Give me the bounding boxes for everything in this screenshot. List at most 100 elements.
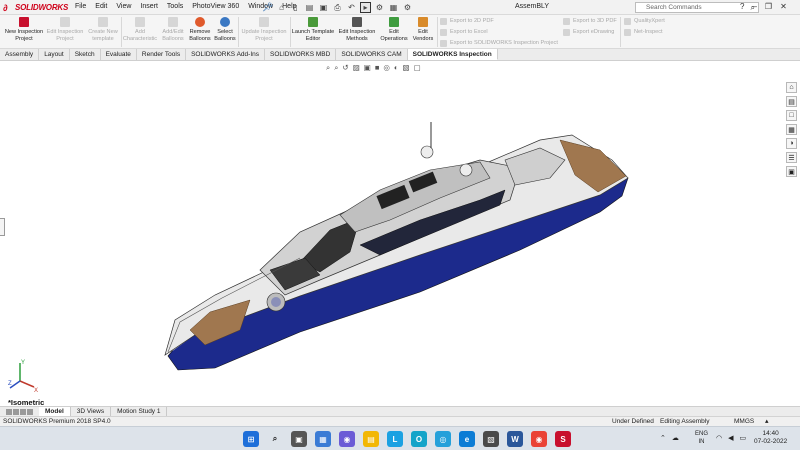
new-inspection-project-button[interactable]: New Inspection Project <box>3 17 45 42</box>
close-button[interactable]: ✕ <box>780 2 787 11</box>
edge-browser-icon[interactable]: e <box>459 431 475 447</box>
tray-overflow-icon[interactable]: ⌃ <box>660 434 666 442</box>
menu-view[interactable]: View <box>116 3 131 10</box>
menu-insert[interactable]: Insert <box>140 3 158 10</box>
taskbar-search-icon[interactable]: ⌕ <box>267 431 283 447</box>
menu-file[interactable]: File <box>75 3 86 10</box>
menu-photoview[interactable]: PhotoView 360 <box>192 3 239 10</box>
export-excel-item[interactable]: Export to Excel <box>440 27 558 37</box>
tab-cam[interactable]: SOLIDWORKS CAM <box>336 49 408 60</box>
menu-edit[interactable]: Edit <box>95 3 107 10</box>
view-orientation-icon[interactable]: ▣ <box>364 63 371 73</box>
taskbar-clock[interactable]: 14:40 07-02-2022 <box>754 430 787 446</box>
input-language[interactable]: ENG IN <box>695 430 708 446</box>
status-expand-icon[interactable]: ▴ <box>765 417 769 425</box>
wifi-icon[interactable]: ◠ <box>716 434 722 442</box>
home-icon[interactable]: ⌂ <box>276 2 287 13</box>
tab-3d-views[interactable]: 3D Views <box>71 407 112 416</box>
net-inspect-item[interactable]: Net-Inspect <box>624 27 665 37</box>
solidworks-logo[interactable]: ∂ SOLIDWORKS <box>3 2 68 13</box>
view-settings-icon[interactable]: ▢ <box>414 63 421 73</box>
last-tab-arrow-icon[interactable] <box>27 408 33 415</box>
next-tab-arrow-icon[interactable] <box>20 408 26 415</box>
tab-assembly[interactable]: Assembly <box>0 49 40 60</box>
file-explorer-icon[interactable]: □ <box>786 110 797 121</box>
windows-start-icon[interactable]: ⊞ <box>243 431 259 447</box>
feature-manager-toggle[interactable] <box>0 218 5 236</box>
remove-balloons-button[interactable]: Remove Balloons <box>187 17 213 42</box>
view-palette-icon[interactable]: ▦ <box>786 124 797 135</box>
volume-icon[interactable]: ◀ <box>728 434 733 442</box>
design-library-icon[interactable]: ▤ <box>786 96 797 107</box>
word-icon[interactable]: W <box>507 431 523 447</box>
edit-appearance-icon[interactable]: ◐ <box>394 63 399 73</box>
forum-icon[interactable]: ▣ <box>786 166 797 177</box>
app-o-icon[interactable]: O <box>411 431 427 447</box>
menu-tools[interactable]: Tools <box>167 3 183 10</box>
widgets-icon[interactable]: ▦ <box>315 431 331 447</box>
appearances-icon[interactable]: ◑ <box>786 138 797 149</box>
zoom-to-fit-icon[interactable]: ⌕ <box>326 63 330 73</box>
graphics-area[interactable] <box>0 61 785 406</box>
first-tab-arrow-icon[interactable] <box>6 408 12 415</box>
open-icon[interactable]: ▤ <box>304 2 315 13</box>
photos-icon[interactable]: ▧ <box>483 431 499 447</box>
select-icon[interactable]: ▸ <box>360 2 371 13</box>
update-inspection-project-button[interactable]: Update Inspection Project <box>239 17 289 42</box>
help-icon[interactable]: ? <box>740 2 744 11</box>
tab-inspection[interactable]: SOLIDWORKS Inspection <box>407 49 498 60</box>
undo-icon[interactable]: ↶ <box>346 2 357 13</box>
yacht-model[interactable] <box>0 61 785 406</box>
add-characteristic-button[interactable]: Add Characteristic <box>122 17 158 42</box>
save-icon[interactable]: ▣ <box>318 2 329 13</box>
tab-motion-study[interactable]: Motion Study 1 <box>111 407 168 416</box>
store-icon[interactable]: L <box>387 431 403 447</box>
restore-button[interactable]: ❐ <box>765 2 772 11</box>
cloud-icon[interactable]: ☁ <box>672 434 679 442</box>
tab-layout[interactable]: Layout <box>39 49 70 60</box>
solidworks-resources-icon[interactable]: ⌂ <box>786 82 797 93</box>
options-icon[interactable]: ⚙ <box>402 2 413 13</box>
tab-addins[interactable]: SOLIDWORKS Add-Ins <box>186 49 265 60</box>
launch-template-editor-button[interactable]: Launch Template Editor <box>291 17 335 42</box>
display-style-icon[interactable]: ■ <box>375 63 380 73</box>
add-edit-balloons-button[interactable]: Add/Edit Balloons <box>158 17 188 42</box>
tab-sketch[interactable]: Sketch <box>70 49 101 60</box>
rebuild-icon[interactable]: ⚙ <box>374 2 385 13</box>
tab-evaluate[interactable]: Evaluate <box>101 49 137 60</box>
battery-icon[interactable]: ▭ <box>740 434 747 442</box>
chrome-icon[interactable]: ◉ <box>531 431 547 447</box>
print-icon[interactable]: ⎙ <box>332 2 343 13</box>
qualityxpert-item[interactable]: QualityXpert <box>624 16 665 26</box>
previous-tab-arrow-icon[interactable] <box>13 408 19 415</box>
edit-inspection-project-button[interactable]: Edit Inspection Project <box>45 17 85 42</box>
hide-show-items-icon[interactable]: ◎ <box>383 63 390 73</box>
tab-model[interactable]: Model <box>39 407 71 416</box>
select-balloons-button[interactable]: Select Balloons <box>213 17 237 42</box>
zoom-to-area-icon[interactable]: ⌕ <box>334 63 338 73</box>
export-2d-pdf-item[interactable]: Export to 2D PDF <box>440 16 558 26</box>
camera-icon[interactable]: ◎ <box>435 431 451 447</box>
new-document-icon[interactable]: ▯ <box>290 2 301 13</box>
export-edrawing-item[interactable]: Export eDrawing <box>563 27 617 37</box>
edit-vendors-button[interactable]: Edit Vendors <box>410 17 436 42</box>
previous-view-icon[interactable]: ↺ <box>342 63 348 73</box>
file-properties-icon[interactable]: ▦ <box>388 2 399 13</box>
task-view-icon[interactable]: ▣ <box>291 431 307 447</box>
edit-operations-button[interactable]: Edit Operations <box>378 17 410 42</box>
edit-inspection-methods-button[interactable]: Edit Inspection Methods <box>336 17 378 42</box>
unit-system-selector[interactable]: MMGS <box>734 418 754 425</box>
section-view-icon[interactable]: ▨ <box>353 63 360 73</box>
export-inspection-project-item[interactable]: Export to SOLIDWORKS Inspection Project <box>440 38 558 48</box>
file-explorer-taskbar-icon[interactable]: ▤ <box>363 431 379 447</box>
pin-icon[interactable]: 📌︎ <box>262 2 273 13</box>
create-new-template-button[interactable]: Create New template <box>86 17 120 42</box>
tab-render-tools[interactable]: Render Tools <box>137 49 187 60</box>
minimize-button[interactable]: – <box>752 2 756 11</box>
teams-chat-icon[interactable]: ◉ <box>339 431 355 447</box>
apply-scene-icon[interactable]: ▧ <box>403 63 410 73</box>
custom-properties-icon[interactable]: ☰ <box>786 152 797 163</box>
export-3d-pdf-item[interactable]: Export to 3D PDF <box>563 16 617 26</box>
solidworks-taskbar-icon[interactable]: S <box>555 431 571 447</box>
tab-mbd[interactable]: SOLIDWORKS MBD <box>265 49 337 60</box>
